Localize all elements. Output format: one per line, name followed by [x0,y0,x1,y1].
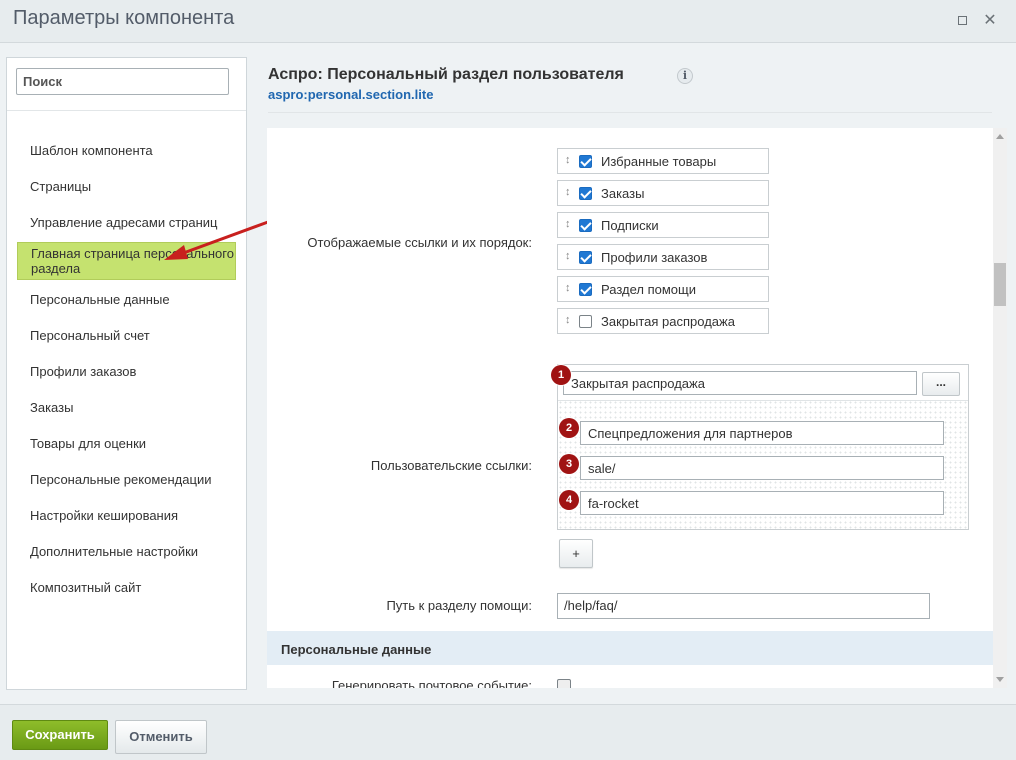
link-label: Подписки [601,218,659,233]
annotation-badge-1: 1 [551,365,571,385]
link-label: Профили заказов [601,250,708,265]
link-checkbox[interactable] [579,283,592,296]
sidebar-item-recommendations[interactable]: Персональные рекомендации [30,472,211,487]
section-personal-data: Персональные данные [267,631,993,665]
maximize-button[interactable] [952,10,972,30]
mail-event-checkbox[interactable] [557,679,571,688]
browse-button[interactable]: ... [922,372,960,396]
scroll-thumb[interactable] [994,263,1006,306]
link-checkbox[interactable] [579,251,592,264]
cancel-button[interactable]: Отменить [115,720,207,754]
sidebar-item-caching[interactable]: Настройки кеширования [30,508,178,523]
links-order-label: Отображаемые ссылки и их порядок: [307,235,532,250]
link-label: Раздел помощи [601,282,696,297]
maximize-icon [957,15,967,25]
sidebar-item-additional[interactable]: Дополнительные настройки [30,544,198,559]
window-titlebar: Параметры компонента ✕ [0,0,1016,43]
drag-handle-icon[interactable]: ↕ [565,250,571,262]
drag-handle-icon[interactable]: ↕ [565,218,571,230]
annotation-badge-3: 3 [559,454,579,474]
link-label: Избранные товары [601,154,717,169]
link-item[interactable]: ↕ Избранные товары [557,148,769,174]
info-icon[interactable]: i [677,68,693,84]
scroll-down-icon[interactable] [996,677,1004,682]
link-checkbox[interactable] [579,315,592,328]
link-checkbox[interactable] [579,187,592,200]
header-divider [268,112,992,113]
close-button[interactable]: ✕ [980,10,1000,30]
link-item[interactable]: ↕ Заказы [557,180,769,206]
drag-handle-icon[interactable]: ↕ [565,314,571,326]
sidebar-item-order-profiles[interactable]: Профили заказов [30,364,136,379]
content-scrollbar[interactable] [993,128,1007,688]
sidebar-item-personal-account[interactable]: Персональный счет [30,328,150,343]
sidebar-item-pages[interactable]: Страницы [30,179,91,194]
settings-content: Отображаемые ссылки и их порядок: ↕ Избр… [267,128,993,688]
close-icon: ✕ [983,12,997,29]
sidebar-item-url-management[interactable]: Управление адресами страниц [30,215,218,230]
drag-handle-icon[interactable]: ↕ [565,154,571,166]
component-code: aspro:personal.section.lite [268,87,434,102]
help-path-label: Путь к разделу помощи: [386,598,532,613]
sidebar-item-main-page[interactable]: Главная страница персонального раздела [17,242,236,280]
drag-handle-icon[interactable]: ↕ [565,282,571,294]
custom-links-box: Закрытая распродажа ... Спецпредложения … [557,364,969,530]
custom-link-title-field[interactable]: Закрытая распродажа [563,371,917,395]
sidebar-item-template[interactable]: Шаблон компонента [30,143,153,158]
link-checkbox[interactable] [579,219,592,232]
help-path-input[interactable]: /help/faq/ [557,593,930,619]
link-item[interactable]: ↕ Закрытая распродажа [557,308,769,334]
dialog-footer: Сохранить Отменить [0,704,1016,760]
link-label: Заказы [601,186,645,201]
annotation-badge-4: 4 [559,490,579,510]
sidebar-item-products-to-rate[interactable]: Товары для оценки [30,436,146,451]
annotation-badge-2: 2 [559,418,579,438]
search-input[interactable] [16,68,229,95]
sidebar-search-area [7,58,246,111]
link-item[interactable]: ↕ Подписки [557,212,769,238]
link-checkbox[interactable] [579,155,592,168]
sidebar-item-personal-data[interactable]: Персональные данные [30,292,170,307]
link-item[interactable]: ↕ Профили заказов [557,244,769,270]
window-title: Параметры компонента [13,7,235,29]
mail-event-label: Генерировать почтовое событие: [331,678,532,688]
sidebar: Шаблон компонента Страницы Управление ад… [6,57,247,690]
sidebar-item-orders[interactable]: Заказы [30,400,73,415]
save-button[interactable]: Сохранить [12,720,108,750]
scroll-up-icon[interactable] [996,134,1004,139]
custom-link-name-field[interactable]: Спецпредложения для партнеров [580,421,944,445]
sidebar-item-composite[interactable]: Композитный сайт [30,580,141,595]
link-item[interactable]: ↕ Раздел помощи [557,276,769,302]
drag-handle-icon[interactable]: ↕ [565,186,571,198]
custom-link-icon-field[interactable]: fa-rocket [580,491,944,515]
custom-link-url-field[interactable]: sale/ [580,456,944,480]
page-title: Аспро: Персональный раздел пользователя [268,66,624,83]
link-label: Закрытая распродажа [601,314,735,329]
custom-links-label: Пользовательские ссылки: [370,458,532,473]
add-link-button[interactable]: + [559,539,593,568]
